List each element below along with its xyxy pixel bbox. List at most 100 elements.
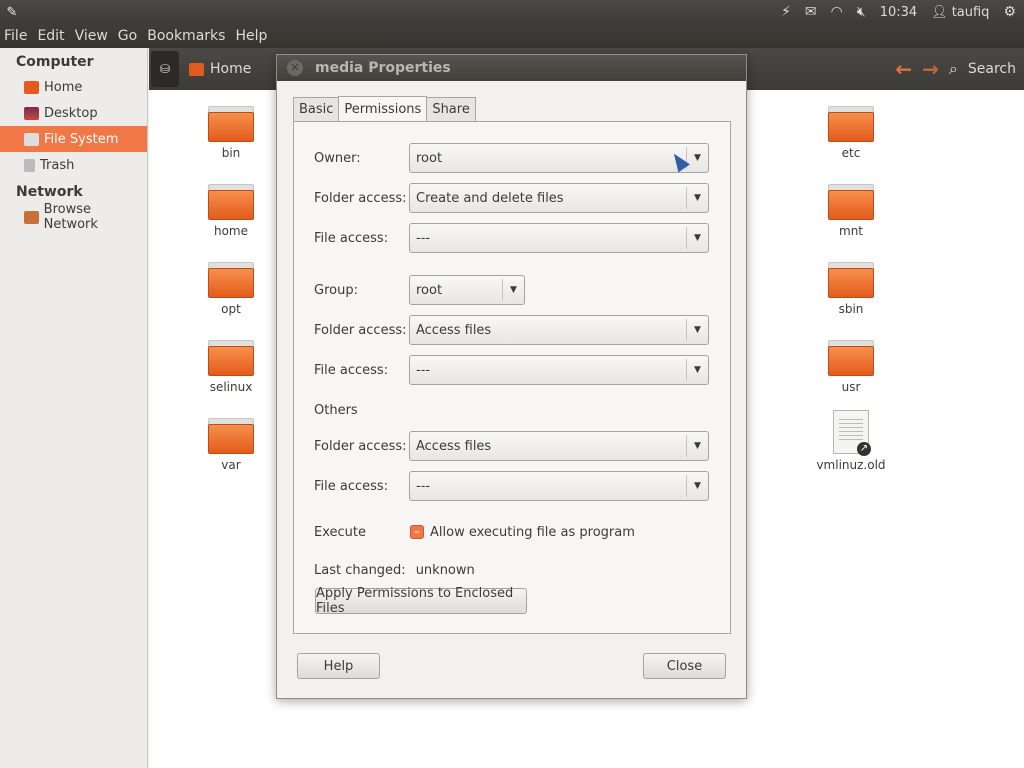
permissions-panel: Owner: root ▼ Folder access: Create and …	[293, 121, 731, 634]
tab-permissions[interactable]: Permissions	[338, 96, 428, 121]
volume-muted-icon[interactable]: 🔇︎	[857, 4, 866, 20]
file-label: sbin	[838, 302, 864, 316]
last-changed-value: unknown	[415, 562, 475, 578]
close-button[interactable]: Close	[643, 653, 726, 679]
drive-button[interactable]: ⛁	[151, 51, 179, 87]
folder-item[interactable]: usr	[816, 340, 886, 394]
file-label: vmlinuz.old	[816, 458, 886, 472]
group-combo[interactable]: root ▼	[409, 275, 525, 305]
tab-basic[interactable]: Basic	[293, 97, 340, 121]
folder-icon	[208, 106, 254, 142]
owner-combo[interactable]: root ▼	[409, 143, 709, 173]
folder-item[interactable]: selinux	[196, 340, 266, 394]
others-folder-access-label: Folder access:	[314, 438, 407, 454]
folder-item[interactable]: etc	[816, 106, 886, 160]
location-label: Home	[210, 61, 252, 77]
network-icon	[24, 210, 39, 224]
apply-permissions-button[interactable]: Apply Permissions to Enclosed Files	[315, 586, 527, 616]
home-icon	[189, 62, 204, 76]
folder-item[interactable]: opt	[196, 262, 266, 316]
user-menu[interactable]: 👤︎ taufiq	[931, 5, 989, 20]
chevron-down-icon: ▼	[686, 359, 708, 381]
folder-icon	[828, 262, 874, 298]
folder-icon	[208, 340, 254, 376]
user-icon: 👤︎	[931, 4, 948, 20]
tab-bar: Basic Permissions Share	[293, 96, 476, 121]
file-item[interactable]: ↗ vmlinuz.old	[816, 410, 886, 472]
sidebar-item-label: Desktop	[44, 105, 98, 121]
folder-icon	[828, 184, 874, 220]
sidebar-heading-computer: Computer	[16, 54, 94, 70]
pencil-icon[interactable]: ✎	[0, 5, 24, 20]
close-icon[interactable]: ✕	[287, 60, 303, 76]
dialog-titlebar[interactable]: ✕ media Properties	[277, 55, 746, 81]
forward-arrow-icon[interactable]: →	[922, 57, 939, 81]
sidebar-item-label: File System	[44, 131, 119, 147]
mail-icon[interactable]: ✉	[805, 4, 817, 20]
last-changed-label: Last changed:	[314, 562, 406, 578]
folder-item[interactable]: var	[196, 418, 266, 472]
search-icon[interactable]: ⌕	[949, 59, 958, 79]
file-label: home	[213, 224, 249, 238]
menu-edit[interactable]: Edit	[37, 28, 64, 44]
execute-label: Execute	[314, 524, 366, 540]
clock[interactable]: 10:34	[880, 5, 917, 20]
file-label: usr	[841, 380, 861, 394]
file-label: selinux	[209, 380, 253, 394]
others-folder-access-combo[interactable]: Access files ▼	[409, 431, 709, 461]
group-file-access-combo[interactable]: --- ▼	[409, 355, 709, 385]
sidebar-item-desktop[interactable]: Desktop	[0, 100, 147, 126]
menu-help[interactable]: Help	[235, 28, 267, 44]
search-button[interactable]: Search	[968, 61, 1016, 77]
sidebar-item-home[interactable]: Home	[0, 74, 147, 100]
top-panel: ✎ ⚡ ✉ ◠ 🔇︎ 10:34 👤︎ taufiq ⚙	[0, 0, 1024, 24]
folder-item[interactable]: home	[196, 184, 266, 238]
folder-item[interactable]: bin	[196, 106, 266, 160]
group-file-access-value: ---	[416, 362, 431, 378]
file-label: var	[221, 458, 241, 472]
location-home-button[interactable]: Home	[189, 61, 251, 77]
sidebar-item-trash[interactable]: Trash	[0, 152, 147, 178]
tab-share[interactable]: Share	[426, 97, 476, 121]
file-label: opt	[221, 302, 241, 316]
execute-checkbox-label: Allow executing file as program	[430, 524, 635, 540]
group-file-access-label: File access:	[314, 362, 389, 378]
owner-folder-access-combo[interactable]: Create and delete files ▼	[409, 183, 709, 213]
sidebar-item-browse-network[interactable]: Browse Network	[0, 202, 147, 232]
last-changed-row: Last changed: unknown	[314, 555, 475, 585]
others-file-access-label: File access:	[314, 478, 389, 494]
folder-icon	[208, 184, 254, 220]
menu-go[interactable]: Go	[118, 28, 137, 44]
menu-view[interactable]: View	[75, 28, 108, 44]
help-button[interactable]: Help	[297, 653, 380, 679]
sidebar-item-label: Home	[44, 79, 83, 95]
group-folder-access-combo[interactable]: Access files ▼	[409, 315, 709, 345]
home-icon	[24, 80, 39, 94]
menu-file[interactable]: File	[4, 28, 27, 44]
folder-item[interactable]: mnt	[816, 184, 886, 238]
menu-bookmarks[interactable]: Bookmarks	[147, 28, 225, 44]
symlink-file-icon: ↗	[833, 410, 871, 456]
execute-checkbox[interactable]: – Allow executing file as program	[410, 517, 635, 547]
wifi-icon[interactable]: ◠	[831, 4, 843, 20]
sidebar-item-label: Trash	[40, 157, 75, 173]
owner-file-access-combo[interactable]: --- ▼	[409, 223, 709, 253]
others-file-access-combo[interactable]: --- ▼	[409, 471, 709, 501]
group-folder-access-value: Access files	[416, 322, 492, 338]
others-label: Others	[314, 402, 358, 418]
owner-label: Owner:	[314, 150, 361, 166]
lightning-icon[interactable]: ⚡	[781, 4, 791, 20]
owner-folder-access-label: Folder access:	[314, 190, 407, 206]
owner-file-access-value: ---	[416, 230, 431, 246]
gear-icon[interactable]: ⚙	[1003, 4, 1016, 20]
folder-item[interactable]: sbin	[816, 262, 886, 316]
dialog-title: media Properties	[315, 60, 451, 76]
menu-bar: File Edit View Go Bookmarks Help	[0, 24, 1024, 48]
chevron-down-icon: ▼	[686, 435, 708, 457]
file-label: etc	[841, 146, 861, 160]
trash-icon	[24, 158, 35, 172]
chevron-down-icon: ▼	[686, 227, 708, 249]
system-tray: ⚡ ✉ ◠ 🔇︎ 10:34 👤︎ taufiq ⚙	[781, 0, 1024, 24]
sidebar-item-file-system[interactable]: File System	[0, 126, 147, 152]
back-arrow-icon[interactable]: ←	[895, 57, 912, 81]
